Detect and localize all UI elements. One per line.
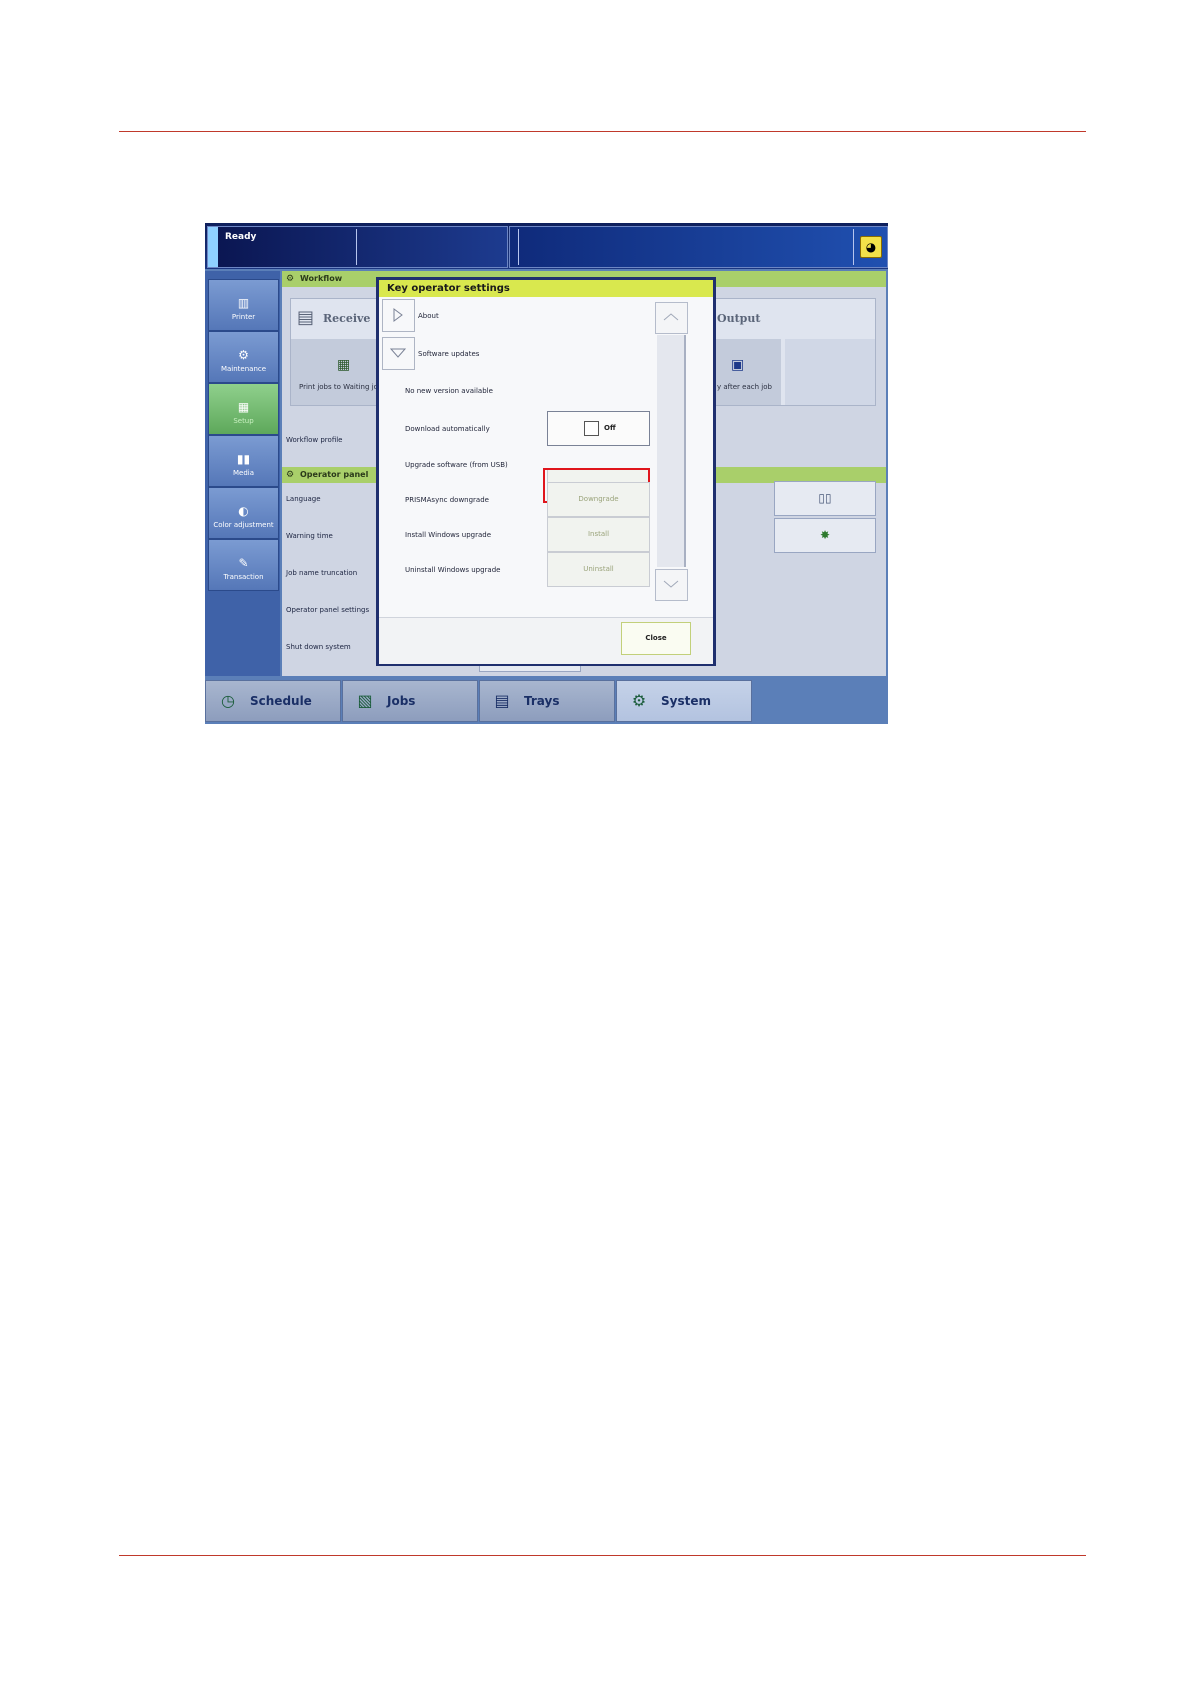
tab-schedule[interactable]: ◷ Schedule	[205, 680, 341, 722]
clock-icon: ◷	[221, 691, 235, 710]
receive-option-icon: ▦	[337, 357, 351, 373]
dialog-body: About Software updates No new version av…	[379, 297, 713, 617]
no-new-version-text: No new version available	[405, 387, 493, 395]
transaction-icon: ✎	[238, 556, 249, 570]
sidebar-item-label: Color adjustment	[213, 521, 274, 529]
jobs-icon: ▧	[357, 691, 373, 710]
scroll-up-button[interactable]	[655, 302, 688, 334]
uninstall-windows-upgrade-label: Uninstall Windows upgrade	[405, 566, 501, 574]
operator-panel-header-label: Operator panel	[300, 470, 369, 479]
install-button[interactable]: Install	[547, 517, 650, 552]
sidebar-item-label: Printer	[231, 313, 256, 321]
printer-ui-screenshot: Ready ◕ ▥ Printer ⚙ Maintenance ▦ Setup …	[205, 223, 888, 724]
download-automatically-value: Off	[604, 424, 616, 432]
sidebar-item-maintenance[interactable]: ⚙ Maintenance	[208, 331, 279, 383]
shut-down-system-label: Shut down system	[286, 643, 351, 651]
output-option-tile[interactable]: ▣ y after each job	[715, 339, 781, 405]
chevron-down-icon	[663, 580, 679, 588]
status-bar: Ready ◕	[205, 223, 888, 269]
tab-label: Schedule	[250, 694, 312, 708]
about-expand-button[interactable]	[382, 299, 415, 332]
output-title: Output	[717, 312, 761, 325]
output-option-icon: ▣	[731, 357, 745, 373]
operator-panel-settings-label: Operator panel settings	[286, 606, 370, 614]
download-automatically-label: Download automatically	[405, 425, 490, 433]
help-icon[interactable]: ◕	[860, 236, 882, 258]
receive-title: Receive	[323, 312, 371, 325]
tab-system[interactable]: ⚙ System	[616, 680, 752, 722]
status-accent	[208, 227, 218, 267]
warning-time-label: Warning time	[286, 532, 333, 540]
tab-label: Trays	[524, 694, 560, 708]
language-button[interactable]: ▯▯	[774, 481, 876, 516]
sidebar-item-transaction[interactable]: ✎ Transaction	[208, 539, 279, 591]
sidebar-item-label: Maintenance	[220, 365, 267, 373]
page-bottom-rule	[119, 1555, 1086, 1556]
download-automatically-toggle[interactable]: Off	[547, 411, 650, 446]
software-updates-label[interactable]: Software updates	[418, 350, 479, 358]
color-adjustment-icon: ◐	[238, 504, 249, 518]
media-icon: ▮▮	[236, 452, 251, 466]
sidebar-item-color-adjustment[interactable]: ◐ Color adjustment	[208, 487, 279, 539]
tab-label: System	[661, 694, 711, 708]
install-windows-upgrade-label: Install Windows upgrade	[405, 531, 492, 539]
message-divider-left	[518, 229, 519, 265]
workflow-header-label: Workflow	[300, 274, 343, 283]
prismasync-downgrade-label: PRISMAsync downgrade	[405, 496, 489, 504]
receive-option-label: Print jobs to Waiting job	[299, 383, 383, 391]
sidebar-item-label: Transaction	[223, 573, 264, 581]
job-name-truncation-label: Job name truncation	[286, 569, 358, 577]
sidebar-item-label: Media	[232, 469, 255, 477]
scroll-down-button[interactable]	[655, 569, 688, 601]
status-panel[interactable]: Ready	[207, 226, 508, 268]
sidebar-item-media[interactable]: ▮▮ Media	[208, 435, 279, 487]
page-top-rule	[119, 131, 1086, 132]
key-operator-settings-dialog: Key operator settings About Software upd…	[376, 277, 716, 666]
chevron-right-icon	[393, 308, 403, 322]
maintenance-icon: ⚙	[238, 348, 249, 362]
close-button[interactable]: Close	[621, 622, 691, 655]
sidebar-item-printer[interactable]: ▥ Printer	[208, 279, 279, 331]
workflow-output-box[interactable]: Output ▣ y after each job	[714, 298, 876, 406]
uninstall-button[interactable]: Uninstall	[547, 552, 650, 587]
chevron-down-icon	[390, 348, 406, 358]
tab-jobs[interactable]: ▧ Jobs	[342, 680, 478, 722]
dialog-footer: Close	[379, 617, 713, 664]
message-divider-right	[853, 229, 854, 265]
download-automatically-checkbox[interactable]	[584, 421, 599, 436]
workflow-profile-label: Workflow profile	[286, 436, 343, 444]
output-option-tile-2[interactable]	[785, 339, 875, 405]
about-label[interactable]: About	[418, 312, 439, 320]
sidebar-item-label: Setup	[233, 417, 254, 425]
workflow-icon: ⚙	[286, 274, 295, 284]
status-text: Ready	[225, 232, 257, 242]
scroll-track[interactable]	[657, 335, 686, 567]
operator-panel-icon: ⚙	[286, 470, 295, 480]
status-divider	[356, 229, 357, 265]
chevron-up-icon	[663, 313, 679, 321]
upgrade-software-label: Upgrade software (from USB)	[405, 461, 508, 469]
sidebar: ▥ Printer ⚙ Maintenance ▦ Setup ▮▮ Media…	[205, 271, 280, 676]
output-option-label: y after each job	[717, 383, 772, 391]
trays-icon: ▤	[494, 691, 510, 710]
receive-icon: ▤	[297, 307, 315, 328]
dialog-scrollbar[interactable]	[655, 302, 688, 602]
sidebar-item-setup[interactable]: ▦ Setup	[208, 383, 279, 435]
tab-label: Jobs	[387, 694, 416, 708]
bottom-tab-bar: ◷ Schedule ▧ Jobs ▤ Trays ⚙ System	[205, 678, 888, 724]
language-label: Language	[286, 495, 321, 503]
setup-icon: ▦	[237, 400, 250, 414]
downgrade-button[interactable]: Downgrade	[547, 482, 650, 517]
dialog-title: Key operator settings	[379, 280, 713, 297]
message-panel[interactable]: ◕	[509, 226, 888, 268]
gears-icon: ⚙	[631, 691, 647, 710]
software-updates-collapse-button[interactable]	[382, 337, 415, 370]
settings-button[interactable]: ✸	[774, 518, 876, 553]
printer-icon: ▥	[237, 296, 250, 310]
tab-trays[interactable]: ▤ Trays	[479, 680, 615, 722]
